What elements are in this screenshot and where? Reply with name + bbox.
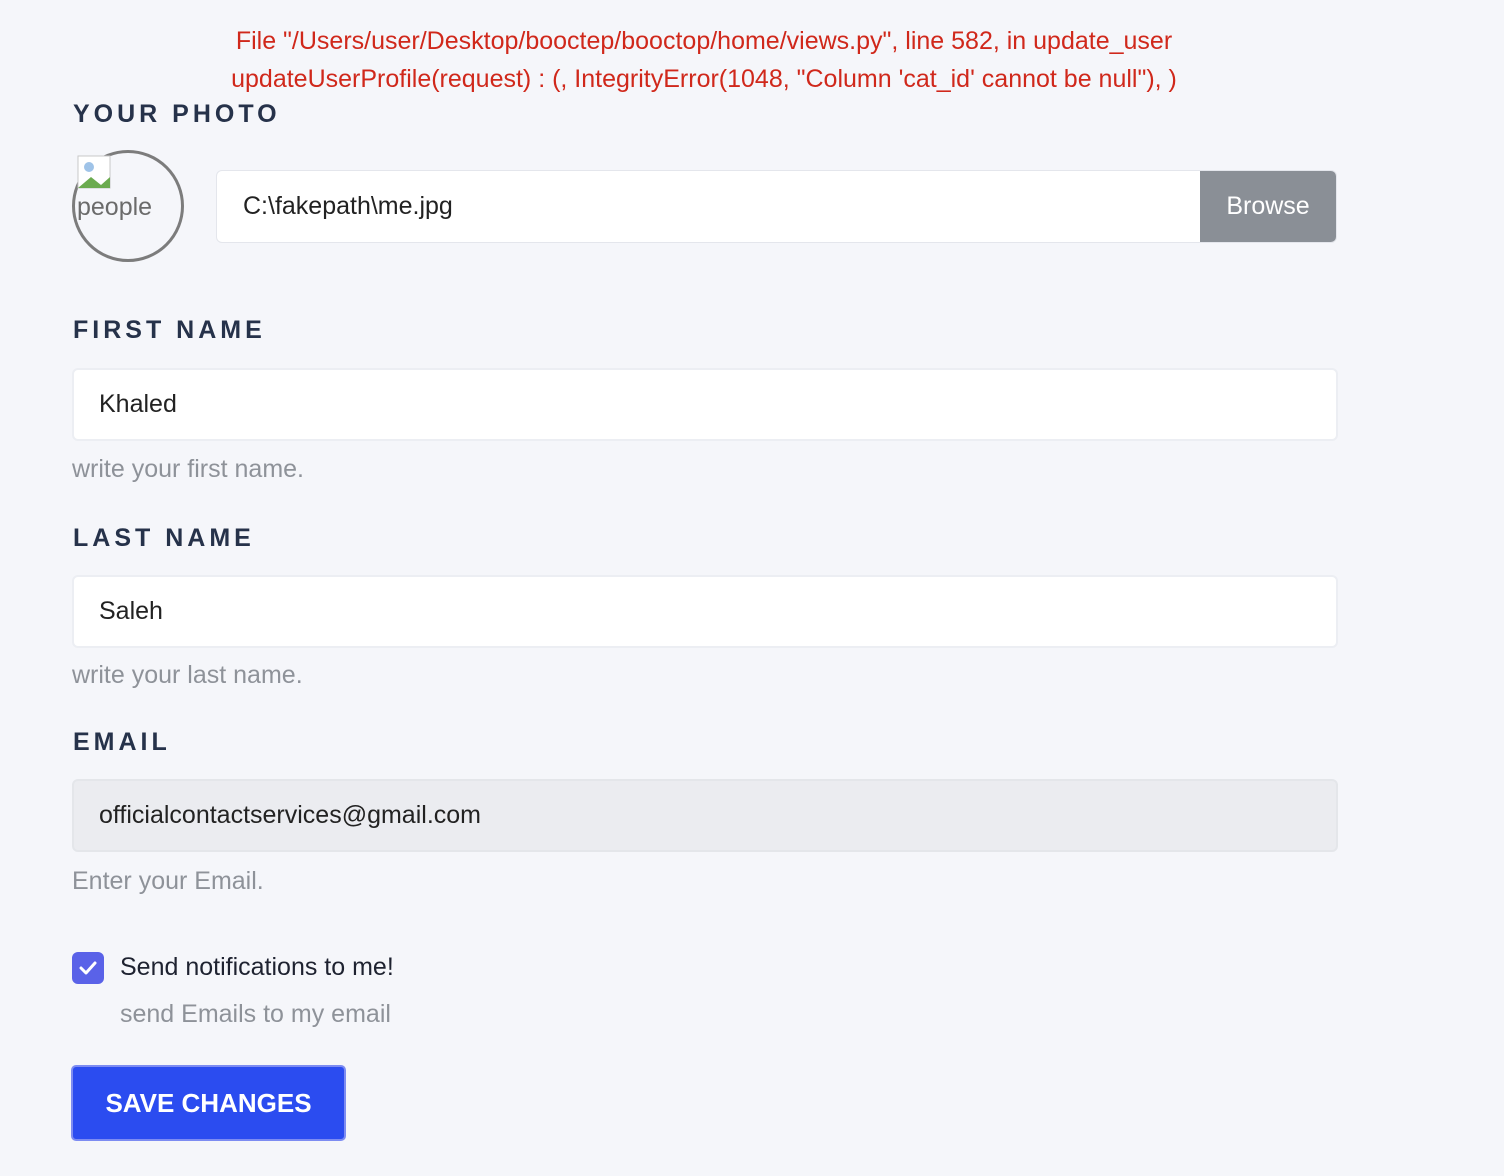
broken-image-icon <box>77 155 111 189</box>
email-field[interactable]: officialcontactservices@gmail.com <box>72 779 1338 852</box>
avatar: people <box>72 150 184 262</box>
avatar-alt-text: people <box>77 193 153 221</box>
browse-button[interactable]: Browse <box>1200 171 1336 242</box>
first-name-label: FIRST NAME <box>73 316 266 344</box>
error-line-2: updateUserProfile(request) : (, Integrit… <box>231 65 1177 93</box>
selected-file-name: C:\fakepath\me.jpg <box>243 192 453 220</box>
last-name-field[interactable]: Saleh <box>72 575 1338 648</box>
your-photo-label: YOUR PHOTO <box>73 100 281 128</box>
last-name-hint: write your last name. <box>72 661 303 689</box>
notifications-checkbox[interactable] <box>72 952 104 984</box>
email-label: EMAIL <box>73 728 171 756</box>
last-name-label: LAST NAME <box>73 524 255 552</box>
email-hint: Enter your Email. <box>72 867 264 895</box>
notifications-label[interactable]: Send notifications to me! <box>120 953 394 982</box>
first-name-hint: write your first name. <box>72 455 305 483</box>
error-line-1: File "/Users/user/Desktop/booctep/boocto… <box>235 27 1173 55</box>
checkmark-icon <box>79 961 97 975</box>
error-message: File "/Users/user/Desktop/booctep/boocto… <box>0 22 1408 98</box>
first-name-field[interactable]: Khaled <box>72 368 1338 441</box>
notifications-sublabel: send Emails to my email <box>120 1000 391 1028</box>
photo-file-input[interactable]: C:\fakepath\me.jpg Browse <box>216 170 1337 243</box>
save-changes-button[interactable]: SAVE CHANGES <box>71 1065 346 1141</box>
